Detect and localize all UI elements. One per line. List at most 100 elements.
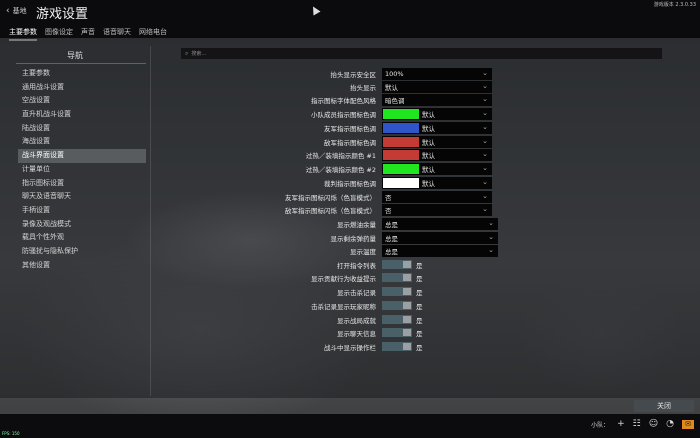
select-value: 默认	[422, 151, 435, 160]
setting-row: 裁判指示图标色调 默认 ⌄	[160, 176, 540, 189]
toggle-track	[382, 301, 412, 310]
color-swatch	[383, 177, 419, 188]
select-value: 总是	[385, 247, 398, 256]
select-value: 总是	[385, 220, 398, 229]
chevron-down-icon: ⌄	[482, 136, 488, 145]
setting-label: 敌军指示图标色调	[324, 138, 376, 147]
fps-counter: FPS: 150	[2, 431, 20, 436]
search-input[interactable]: ⌕ 搜索...	[181, 48, 662, 59]
font-style-select[interactable]: 暗色调 ⌄	[382, 93, 492, 106]
setting-row: 击杀记录显示玩家昵称 是	[160, 299, 540, 312]
search-icon: ⌕	[185, 49, 189, 57]
setting-row: 显示贡献行为收益提示 是	[160, 271, 540, 284]
enemy-blink-select[interactable]: 否 ⌄	[382, 203, 492, 216]
sidebar-item-appearance[interactable]: 载具个性外观	[18, 231, 146, 245]
sidebar-item-ground[interactable]: 陆战设置	[18, 122, 146, 136]
chevron-left-icon: ‹	[6, 6, 10, 16]
sidebar: 主要参数 通用战斗设置 空战设置 直升机战斗设置 陆战设置 海战设置 战斗界面设…	[18, 67, 146, 272]
close-button[interactable]: 关闭	[634, 400, 694, 412]
sidebar-item-gamepad[interactable]: 手柄设置	[18, 204, 146, 218]
setting-label: 指示图标字体配色风格	[311, 96, 376, 105]
toggle-knob	[403, 316, 411, 323]
ammo-display-select[interactable]: 总是 ⌄	[382, 231, 498, 244]
kill-log-names-toggle[interactable]: 是	[382, 301, 423, 311]
toggle-label: 是	[416, 288, 423, 297]
squad-label: 小队：	[591, 421, 610, 429]
toggle-label: 是	[416, 274, 423, 283]
sidebar-heading: 导航	[67, 51, 83, 60]
chevron-down-icon: ⌄	[482, 177, 488, 186]
friends-icon[interactable]: ☺	[649, 419, 658, 429]
chat-messages-toggle[interactable]: 是	[382, 328, 423, 338]
sidebar-item-units[interactable]: 计量单位	[18, 163, 146, 177]
chevron-down-icon: ⌄	[488, 245, 494, 254]
chevron-down-icon: ⌄	[482, 81, 488, 90]
enemy-color-select[interactable]: 默认 ⌄	[382, 135, 492, 148]
sidebar-item-battle-hud[interactable]: 战斗界面设置	[18, 149, 146, 163]
color-swatch	[383, 136, 419, 147]
mail-icon[interactable]: ✉	[682, 419, 694, 429]
chevron-down-icon: ⌄	[488, 232, 494, 241]
hud-select[interactable]: 默认 ⌄	[382, 80, 492, 93]
ally-blink-select[interactable]: 否 ⌄	[382, 190, 492, 203]
chevron-down-icon: ⌄	[482, 68, 488, 77]
kill-log-toggle[interactable]: 是	[382, 287, 423, 297]
squad-color-select[interactable]: 默认 ⌄	[382, 107, 492, 120]
sidebar-item-other[interactable]: 其他设置	[18, 259, 146, 273]
sidebar-item-naval[interactable]: 海战设置	[18, 135, 146, 149]
setting-row: 敌军指示图标色调 默认 ⌄	[160, 135, 540, 148]
setting-row: 显示聊天信息 是	[160, 326, 540, 339]
setting-label: 显示剩余弹药量	[330, 234, 377, 243]
top-bar: ‹ 基地 游戏设置 游戏版本 2.3.0.33 主要参数 图像设定 声音 语音聊…	[0, 0, 700, 41]
overheat-color-1-select[interactable]: 默认 ⌄	[382, 148, 492, 161]
toggle-track	[382, 273, 412, 282]
setting-row: 显示剩余弹药量 总是 ⌄	[160, 231, 540, 244]
setting-label: 抬头显示	[350, 83, 376, 92]
color-swatch	[383, 149, 419, 160]
plus-icon[interactable]: +	[617, 419, 625, 429]
toggle-knob	[403, 302, 411, 309]
action-bar-toggle[interactable]: 是	[382, 342, 423, 352]
toggle-label: 是	[416, 343, 423, 352]
toggle-knob	[403, 261, 411, 268]
color-swatch	[383, 163, 419, 174]
fuel-display-select[interactable]: 总是 ⌄	[382, 217, 498, 230]
back-button[interactable]: ‹ 基地	[6, 6, 27, 16]
chevron-down-icon: ⌄	[488, 218, 494, 227]
hud-safe-area-select[interactable]: 100% ⌄	[382, 67, 492, 80]
referee-color-select[interactable]: 默认 ⌄	[382, 176, 492, 189]
command-list-toggle[interactable]: 是	[382, 260, 423, 270]
color-swatch	[383, 108, 419, 119]
toggle-knob	[403, 343, 411, 350]
sidebar-item-privacy[interactable]: 防骚扰与隐私保护	[18, 245, 146, 259]
setting-label: 显示温度	[350, 247, 376, 256]
page-title: 游戏设置	[36, 7, 89, 22]
back-label: 基地	[12, 7, 27, 15]
achievements-toggle[interactable]: 是	[382, 315, 423, 325]
toggle-track	[382, 342, 412, 351]
people-icon[interactable]: ☷	[633, 419, 641, 429]
select-value: 默认	[385, 83, 398, 92]
toggle-knob	[403, 274, 411, 281]
sidebar-item-indicators[interactable]: 指示图标设置	[18, 177, 146, 191]
setting-label: 过热／装填指示颜色 #1	[305, 151, 376, 160]
temperature-display-select[interactable]: 总是 ⌄	[382, 244, 498, 257]
setting-row: 显示温度 总是 ⌄	[160, 244, 540, 257]
ally-color-select[interactable]: 默认 ⌄	[382, 121, 492, 134]
contribution-hint-toggle[interactable]: 是	[382, 273, 423, 283]
setting-label: 小队成员指示图标色调	[311, 110, 376, 119]
sidebar-item-helicopter[interactable]: 直升机战斗设置	[18, 108, 146, 122]
sidebar-item-general-battle[interactable]: 通用战斗设置	[18, 81, 146, 95]
setting-row: 打开指令列表 是	[160, 258, 540, 271]
setting-row: 战斗中显示操作栏 是	[160, 340, 540, 353]
chevron-down-icon: ⌄	[482, 163, 488, 172]
sidebar-item-chat[interactable]: 聊天及语音聊天	[18, 190, 146, 204]
toggle-label: 是	[416, 261, 423, 270]
chat-icon[interactable]: ◔	[666, 419, 674, 429]
overheat-color-2-select[interactable]: 默认 ⌄	[382, 162, 492, 175]
setting-row: 显示燃油余量 总是 ⌄	[160, 217, 540, 230]
sidebar-item-replay[interactable]: 录像及观战模式	[18, 218, 146, 232]
sidebar-item-main-params[interactable]: 主要参数	[18, 67, 146, 81]
sidebar-item-air-battle[interactable]: 空战设置	[18, 94, 146, 108]
setting-row: 友军指示图标闪烁（色盲模式） 否 ⌄	[160, 190, 540, 203]
